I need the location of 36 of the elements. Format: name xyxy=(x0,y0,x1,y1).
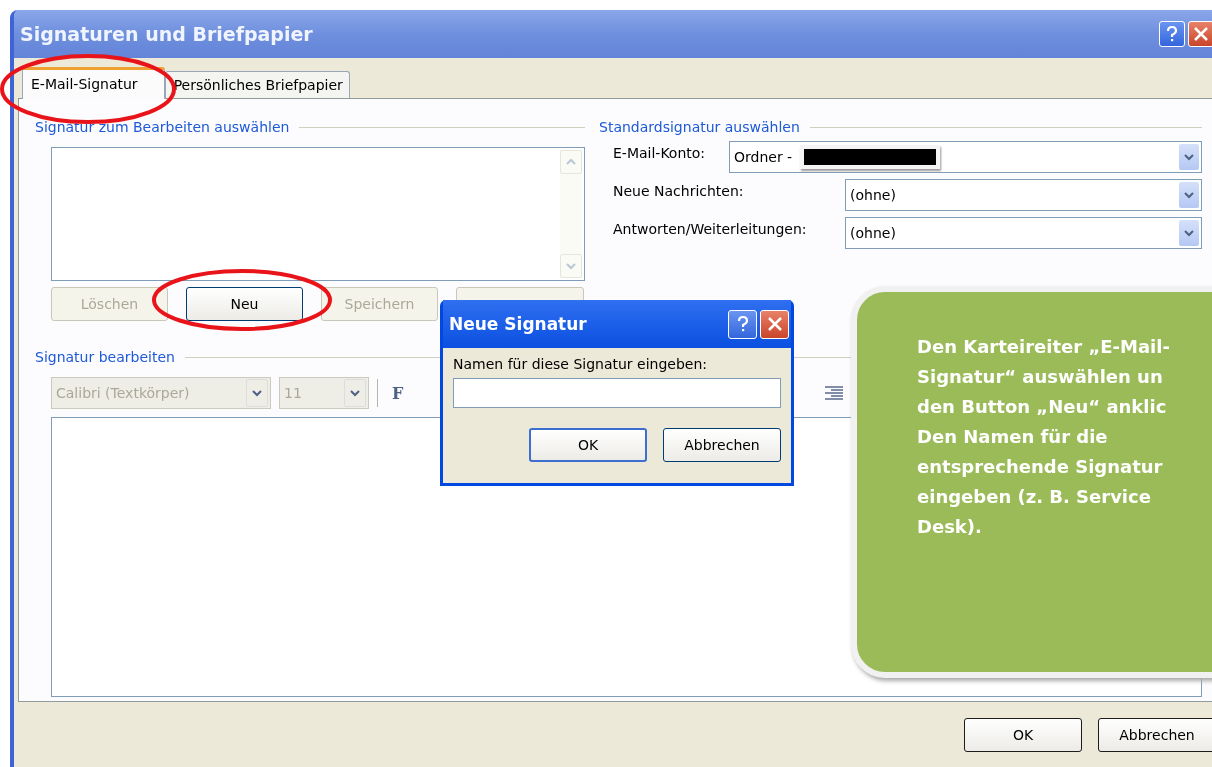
group-heading: Signatur zum Bearbeiten auswählen xyxy=(35,119,290,135)
input-field[interactable] xyxy=(453,378,781,408)
help-button[interactable] xyxy=(1159,21,1185,47)
button[interactable]: Neu xyxy=(186,287,303,321)
group-heading: Standardsignatur auswählen xyxy=(599,119,800,135)
callout-text: den Button „Neu“ anklic xyxy=(917,395,1168,419)
tab[interactable]: Persönliches Briefpapier xyxy=(164,71,350,98)
close-button[interactable] xyxy=(760,309,789,339)
caret-up-icon xyxy=(566,157,576,167)
field-label: Antworten/Weiterleitungen: xyxy=(613,220,808,237)
tab[interactable]: E-Mail-Signatur xyxy=(22,67,165,99)
caret-down-icon xyxy=(566,261,576,271)
signature-list[interactable] xyxy=(51,147,585,281)
button[interactable]: Abbrechen xyxy=(663,428,781,462)
callout-text: Signatur“ auswählen un xyxy=(917,365,1164,389)
align-right-icon[interactable] xyxy=(825,386,844,400)
dropdown[interactable]: (ohne) xyxy=(845,179,1202,211)
button[interactable]: OK xyxy=(964,718,1082,752)
button[interactable]: OK xyxy=(529,428,647,462)
close-button[interactable] xyxy=(1188,21,1212,47)
field-label: Namen für diese Signatur eingeben: xyxy=(453,356,709,372)
callout-text: eingeben (z. B. Service xyxy=(917,485,1152,509)
help-button[interactable] xyxy=(728,309,757,339)
group-heading: Signatur bearbeiten xyxy=(35,349,175,365)
bold-button[interactable]: F xyxy=(386,383,410,403)
window-title: Signaturen und Briefpapier xyxy=(20,23,313,45)
field-label: Neue Nachrichten: xyxy=(613,182,745,199)
callout-text: Den Namen für die xyxy=(917,425,1109,449)
callout-text: Desk). xyxy=(917,515,983,539)
field-label: E-Mail-Konto: xyxy=(613,144,707,161)
dropdown[interactable]: (ohne) xyxy=(845,217,1202,249)
dropdown[interactable]: Ordner - xyxy=(729,141,1202,173)
callout-text: entsprechende Signatur xyxy=(917,455,1164,479)
window-title: Neue Signatur xyxy=(449,314,587,334)
callout-text: Den Karteireiter „E-Mail- xyxy=(917,335,1171,359)
button[interactable]: Abbrechen xyxy=(1098,718,1212,752)
